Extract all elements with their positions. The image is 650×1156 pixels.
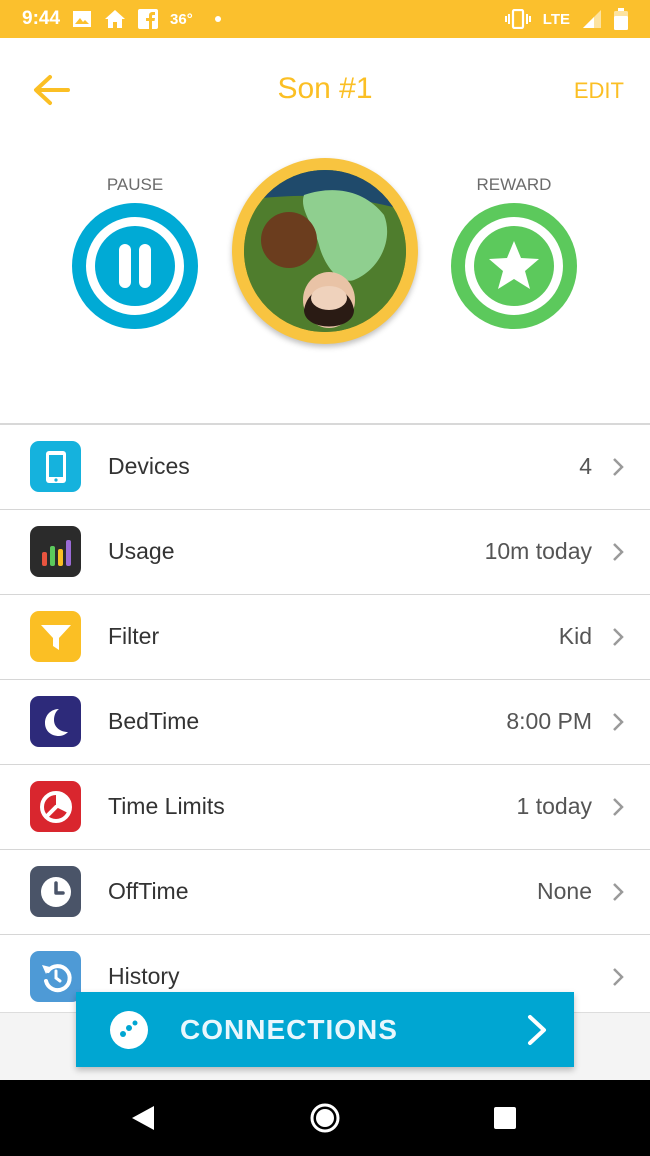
list-item-label: Filter <box>108 623 160 649</box>
connections-label: CONNECTIONS <box>180 1014 398 1045</box>
list-item-label: Devices <box>108 453 190 479</box>
edit-button[interactable]: EDIT <box>574 78 624 104</box>
recents-square-icon[interactable] <box>492 1105 518 1131</box>
list-item-value: 4 <box>579 453 592 479</box>
status-network: LTE <box>542 10 570 28</box>
chevron-right-icon <box>613 968 624 986</box>
chevron-right-icon <box>613 713 624 731</box>
back-triangle-icon[interactable] <box>130 1104 156 1132</box>
pause-icon <box>95 226 175 306</box>
status-time: 9:44 <box>22 8 61 29</box>
list-item-label: History <box>108 963 180 989</box>
connections-button[interactable]: CONNECTIONS <box>76 992 574 1067</box>
history-icon <box>30 951 81 1002</box>
list-item-filter[interactable]: Filter Kid <box>0 595 650 680</box>
list-item-devices[interactable]: Devices 4 <box>0 425 650 510</box>
battery-icon <box>614 8 628 30</box>
vibrate-icon <box>504 9 531 29</box>
list-item-value: 10m today <box>484 538 592 564</box>
settings-list: Devices 4 Usage 10m today Filter Kid Bed… <box>0 423 650 1019</box>
list-item-label: OffTime <box>108 878 189 904</box>
chevron-right-icon <box>613 543 624 561</box>
clock-icon <box>30 866 81 917</box>
list-item-time-limits[interactable]: Time Limits 1 today <box>0 765 650 850</box>
status-bar-left: 9:44 36° <box>22 8 221 30</box>
list-item-value: 1 today <box>516 793 592 819</box>
list-item-value: Kid <box>558 623 592 649</box>
status-temperature: 36° <box>170 10 193 28</box>
reward-button[interactable] <box>451 203 577 329</box>
pause-label: PAUSE <box>106 175 164 194</box>
list-item-bedtime[interactable]: BedTime 8:00 PM <box>0 680 650 765</box>
header: Son #1 EDIT <box>0 38 650 138</box>
status-bar-right: LTE <box>504 8 628 30</box>
facebook-icon <box>138 9 159 29</box>
reward-label: REWARD <box>476 175 552 194</box>
home-icon <box>105 10 126 28</box>
pause-button[interactable] <box>72 203 198 329</box>
avatar-photo <box>244 170 406 332</box>
chevron-right-icon <box>528 1015 546 1045</box>
connections-icon <box>110 1011 148 1049</box>
system-nav-bar <box>0 1080 650 1156</box>
list-item-label: Time Limits <box>108 793 225 819</box>
list-item-value: None <box>537 878 592 904</box>
list-item-label: Usage <box>108 538 175 564</box>
list-item-value: 8:00 PM <box>506 708 592 734</box>
chevron-right-icon <box>613 458 624 476</box>
chevron-right-icon <box>613 628 624 646</box>
list-item-offtime[interactable]: OffTime None <box>0 850 650 935</box>
star-icon <box>474 226 554 306</box>
list-item-usage[interactable]: Usage 10m today <box>0 510 650 595</box>
bar-chart-icon <box>30 526 81 577</box>
chevron-right-icon <box>613 883 624 901</box>
child-avatar[interactable] <box>232 158 418 344</box>
status-bar: 9:44 36° LTE <box>0 0 650 38</box>
dot-icon <box>214 16 221 22</box>
timer-icon <box>30 781 81 832</box>
image-icon <box>73 11 92 27</box>
home-circle-icon[interactable] <box>309 1102 341 1134</box>
phone-icon <box>30 441 81 492</box>
funnel-icon <box>30 611 81 662</box>
chevron-right-icon <box>613 798 624 816</box>
page-title: Son #1 <box>277 72 373 105</box>
signal-icon <box>583 10 601 28</box>
moon-icon <box>30 696 81 747</box>
list-item-label: BedTime <box>108 708 200 734</box>
